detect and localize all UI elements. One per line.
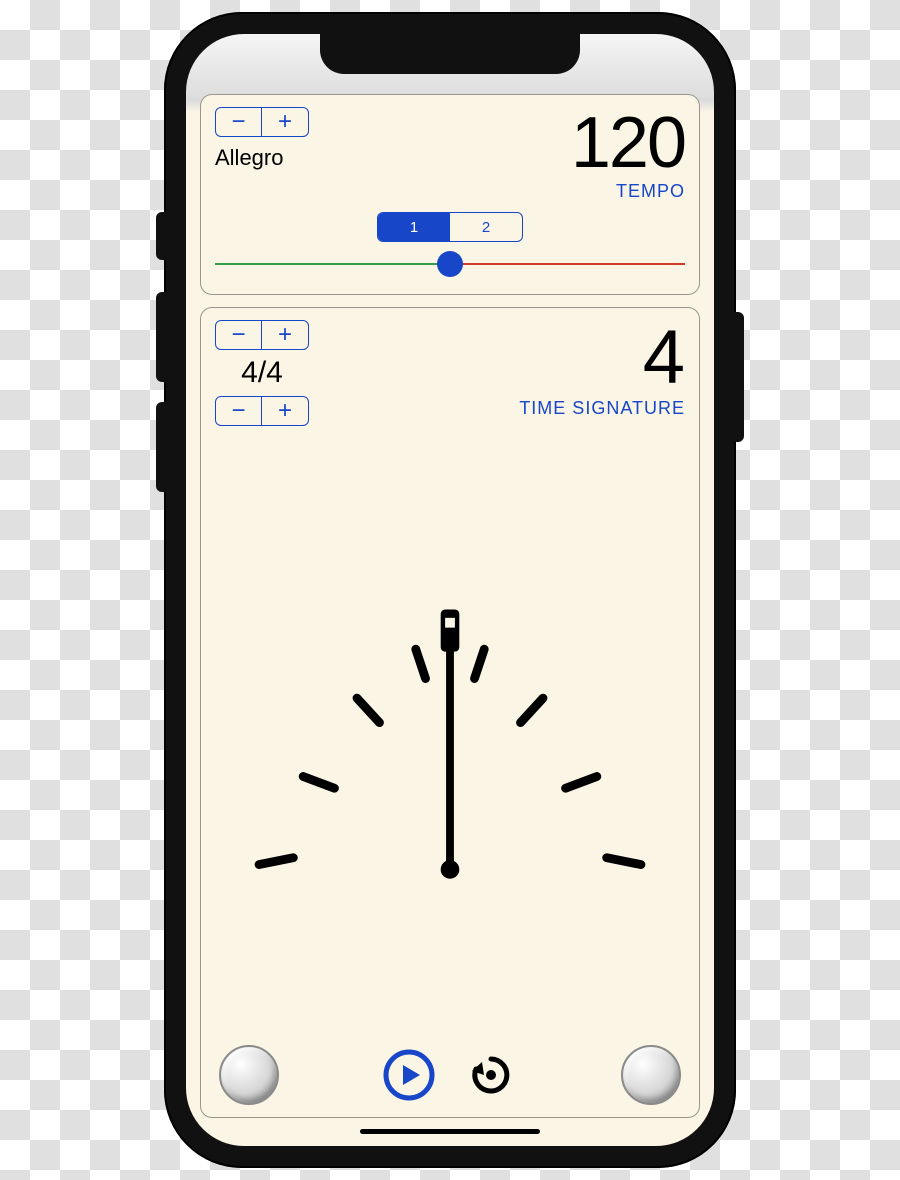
metronome-pendulum-icon xyxy=(215,426,685,1029)
time-numerator-decrease-button[interactable]: − xyxy=(216,321,262,349)
tempo-bpm-value: 120 xyxy=(571,107,685,179)
reset-button[interactable] xyxy=(462,1046,520,1104)
phone-power-button xyxy=(734,312,744,442)
phone-mute-switch xyxy=(156,212,166,260)
tempo-marking-label: Allegro xyxy=(215,145,309,171)
time-denominator-increase-button[interactable]: + xyxy=(262,397,308,425)
metronome-dial xyxy=(215,426,685,1039)
phone-notch xyxy=(320,34,580,74)
tempo-section-label: TEMPO xyxy=(571,181,685,202)
tempo-preset-segmented: 1 2 xyxy=(377,212,523,242)
tempo-decrease-button[interactable]: − xyxy=(216,108,262,136)
time-signature-value: 4/4 xyxy=(215,356,309,390)
time-numerator-increase-button[interactable]: + xyxy=(262,321,308,349)
time-signature-section-label: TIME SIGNATURE xyxy=(519,398,685,419)
play-icon xyxy=(382,1048,436,1102)
tempo-card: − + Allegro 120 TEMPO 1 2 xyxy=(200,94,700,295)
app-screen: − + Allegro 120 TEMPO 1 2 xyxy=(186,34,714,1146)
home-indicator[interactable] xyxy=(360,1129,540,1134)
transport-bar xyxy=(215,1045,685,1105)
phone-frame: − + Allegro 120 TEMPO 1 2 xyxy=(164,12,736,1168)
phone-volume-down xyxy=(156,402,166,492)
current-beat-value: 4 xyxy=(519,320,685,396)
tempo-stepper: − + xyxy=(215,107,309,137)
play-button[interactable] xyxy=(380,1046,438,1104)
time-denominator-stepper: − + xyxy=(215,396,309,426)
time-denominator-decrease-button[interactable]: − xyxy=(216,397,262,425)
tempo-increase-button[interactable]: + xyxy=(262,108,308,136)
tempo-slider-thumb[interactable] xyxy=(437,251,463,277)
time-numerator-stepper: − + xyxy=(215,320,309,350)
phone-volume-up xyxy=(156,292,166,382)
left-knob[interactable] xyxy=(219,1045,279,1105)
tempo-preset-1[interactable]: 1 xyxy=(378,213,450,241)
right-knob[interactable] xyxy=(621,1045,681,1105)
tempo-slider[interactable] xyxy=(215,246,685,282)
time-signature-card: − + 4/4 − + 4 TIME SIGNATURE xyxy=(200,307,700,1118)
tempo-preset-2[interactable]: 2 xyxy=(450,213,522,241)
restore-icon xyxy=(466,1050,516,1100)
